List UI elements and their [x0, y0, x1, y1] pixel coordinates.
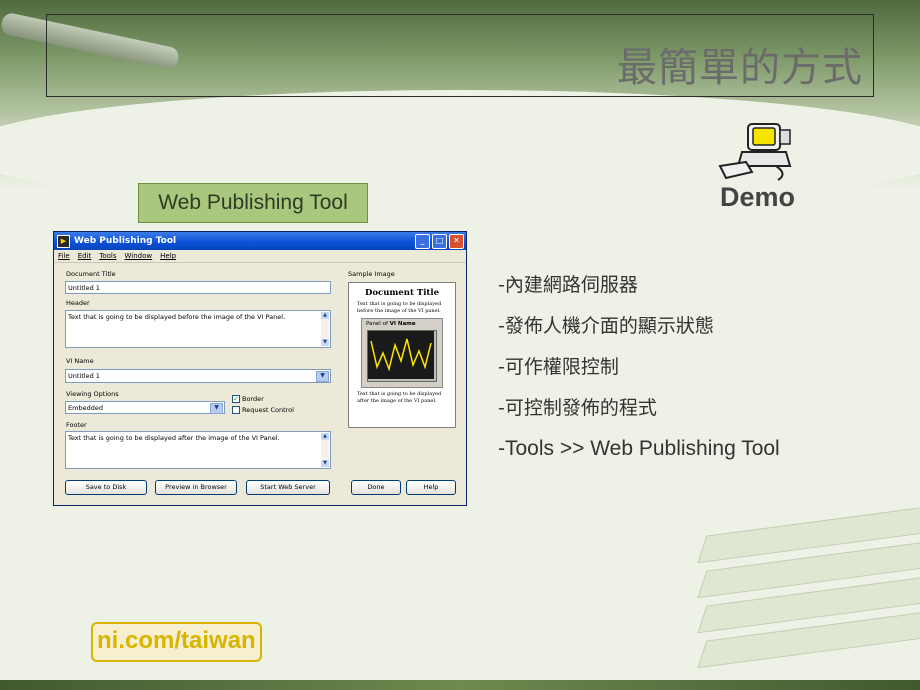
viewing-options-label: Viewing Options: [66, 390, 119, 398]
document-title-input[interactable]: Untitled 1: [65, 281, 331, 294]
vi-name-value: Untitled 1: [68, 372, 100, 380]
window-title: Web Publishing Tool: [74, 236, 177, 246]
vi-name-select[interactable]: Untitled 1 ▼: [65, 369, 331, 383]
border-label: Border: [242, 395, 264, 403]
scroll-up-arrow-icon[interactable]: ▲: [321, 433, 329, 440]
ni-link[interactable]: ni.com/taiwan: [91, 622, 262, 662]
bullet-item: -發佈人機介面的顯示狀態: [498, 315, 714, 337]
scroll-down-arrow-icon[interactable]: ▼: [321, 460, 329, 467]
computer-icon: [718, 123, 792, 181]
bullet-item: -Tools >> Web Publishing Tool: [498, 437, 780, 460]
header-scrollbar[interactable]: ▲ ▼: [321, 312, 329, 346]
scroll-down-arrow-icon[interactable]: ▼: [321, 339, 329, 346]
chevron-down-icon[interactable]: ▼: [316, 371, 329, 382]
header-textarea[interactable]: Text that is going to be displayed befor…: [65, 310, 331, 348]
vi-panel-title: Panel of VI Name: [362, 319, 442, 329]
footer-bar: [0, 680, 920, 690]
panel-name: VI Name: [389, 321, 416, 327]
bullet-list: -內建網路伺服器 -發佈人機介面的顯示狀態 -可作權限控制 -可控制發佈的程式 …: [498, 270, 780, 475]
footer-text: Text that is going to be displayed after…: [68, 434, 280, 442]
menu-edit[interactable]: Edit: [78, 252, 92, 260]
tool-label: Web Publishing Tool: [138, 183, 368, 223]
maximize-button[interactable]: □: [432, 233, 447, 249]
web-publishing-tool-window: ▶ Web Publishing Tool _ □ ✕ File Edit To…: [53, 231, 467, 506]
vi-name-label: VI Name: [66, 357, 94, 365]
sample-image-label: Sample Image: [348, 270, 395, 278]
sample-before-text: Text that is going to be displayed befor…: [357, 301, 442, 314]
panel-prefix: Panel of: [366, 321, 388, 327]
paper-stack-decoration: [680, 500, 920, 680]
viewing-options-select[interactable]: Embedded ▼: [65, 401, 225, 414]
slide-title: 最簡單的方式: [617, 45, 863, 91]
checkmark-icon: ✓: [232, 395, 240, 403]
border-checkbox[interactable]: ✓ Border: [232, 395, 264, 403]
help-button[interactable]: Help: [406, 480, 456, 495]
menu-tools[interactable]: Tools: [99, 252, 116, 260]
bullet-item: -內建網路伺服器: [498, 274, 638, 296]
empty-checkbox-icon: [232, 406, 240, 414]
done-button[interactable]: Done: [351, 480, 401, 495]
preview-in-browser-button[interactable]: Preview in Browser: [155, 480, 237, 495]
menu-help[interactable]: Help: [160, 252, 176, 260]
close-button[interactable]: ✕: [449, 233, 464, 249]
sample-document-title: Document Title: [365, 288, 439, 298]
menu-file[interactable]: File: [58, 252, 70, 260]
waveform-icon: [368, 331, 434, 379]
viewing-options-value: Embedded: [68, 404, 103, 412]
waveform-graph: [367, 330, 437, 382]
request-control-label: Request Control: [242, 406, 294, 414]
sample-after-text: Text that is going to be displayed after…: [357, 391, 442, 404]
document-title-label: Document Title: [66, 270, 116, 278]
header-text: Text that is going to be displayed befor…: [68, 313, 286, 321]
bullet-item: -可控制發佈的程式: [498, 397, 657, 419]
footer-label: Footer: [66, 421, 87, 429]
menu-window[interactable]: Window: [125, 252, 153, 260]
header-label: Header: [66, 299, 90, 307]
request-control-checkbox[interactable]: Request Control: [232, 406, 294, 414]
start-web-server-button[interactable]: Start Web Server: [246, 480, 330, 495]
bullet-item: -可作權限控制: [498, 356, 619, 378]
chevron-down-icon[interactable]: ▼: [210, 403, 223, 414]
vi-panel-preview: Panel of VI Name: [361, 318, 443, 388]
save-to-disk-button[interactable]: Save to Disk: [65, 480, 147, 495]
window-titlebar: ▶ Web Publishing Tool _ □ ✕: [54, 232, 466, 250]
footer-textarea[interactable]: Text that is going to be displayed after…: [65, 431, 331, 469]
scroll-up-arrow-icon[interactable]: ▲: [321, 312, 329, 319]
footer-scrollbar[interactable]: ▲ ▼: [321, 433, 329, 467]
menu-bar: File Edit Tools Window Help: [54, 250, 466, 263]
demo-label: Demo: [720, 182, 796, 212]
title-box: 最簡單的方式: [46, 14, 874, 97]
minimize-button[interactable]: _: [415, 233, 430, 249]
labview-app-icon: ▶: [57, 234, 70, 248]
sample-image-preview: Document Title Text that is going to be …: [348, 282, 456, 428]
